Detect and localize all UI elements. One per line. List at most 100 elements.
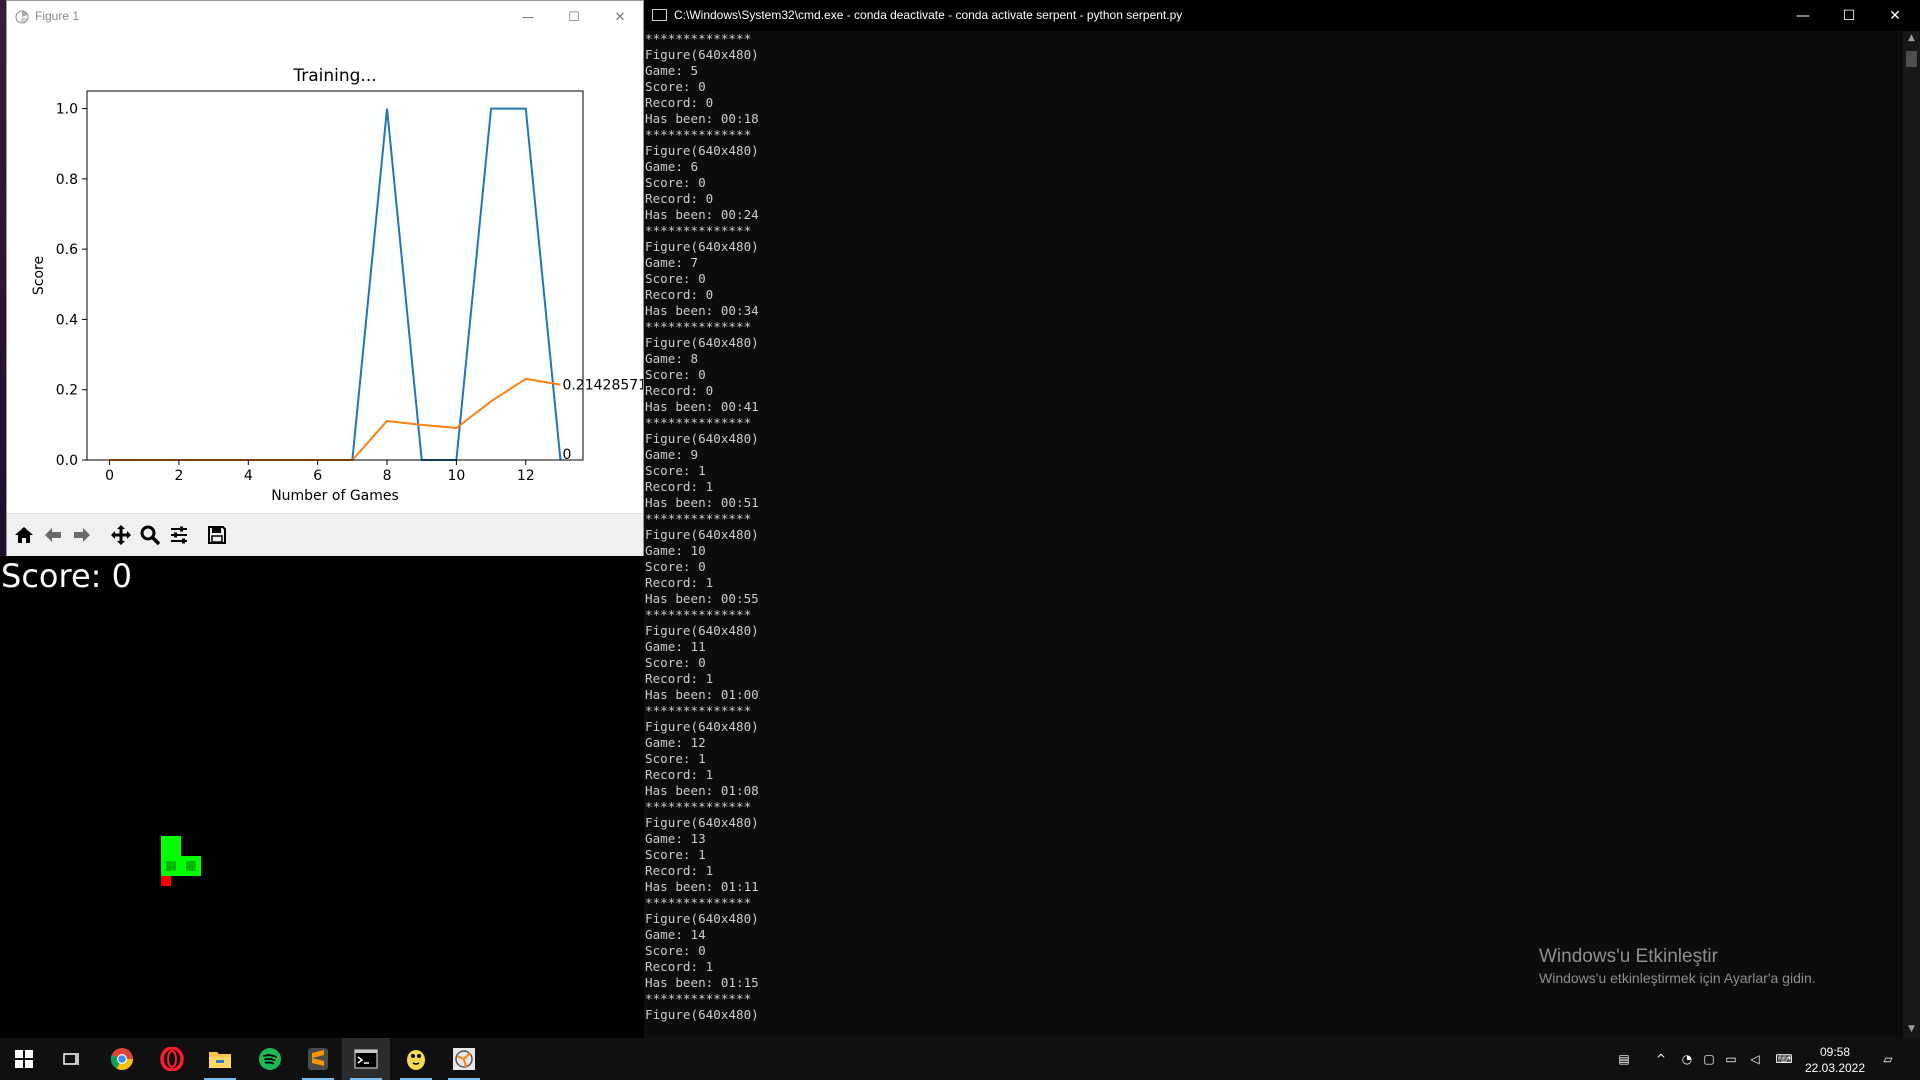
console-line: Score: 0 bbox=[645, 79, 706, 94]
console-line: Score: 1 bbox=[645, 463, 706, 478]
y-tick-label: 0.4 bbox=[56, 312, 78, 328]
navigation-toolbar bbox=[7, 513, 643, 556]
y-axis-label: Score bbox=[31, 256, 47, 295]
scroll-up-arrow-icon[interactable]: ▲ bbox=[1906, 33, 1917, 45]
training-chart: Training... 0 2 4 6 8 10 12 0.0 0.2 0.4 0.6 0.8 1.0 Nu… bbox=[31, 66, 643, 504]
back-icon bbox=[45, 528, 61, 542]
console-line: ************** bbox=[645, 703, 752, 718]
taskbar-spotify[interactable] bbox=[246, 1038, 294, 1080]
y-tick-label: 1.0 bbox=[56, 102, 78, 118]
taskbar: ▤ ^ ◔ ▢ ▭ ◁ ⌨ 09:58 22.03.2022 ▱ bbox=[0, 1038, 1920, 1080]
console-title: C:\Windows\System32\cmd.exe - conda deac… bbox=[674, 8, 1183, 22]
python-icon bbox=[407, 1050, 425, 1070]
game-score-label: Score: 0 bbox=[1, 557, 132, 595]
series-line-1 bbox=[109, 377, 561, 461]
scroll-down-arrow-icon[interactable]: ▼ bbox=[1906, 1024, 1917, 1036]
home-icon bbox=[15, 527, 33, 543]
console-line: ************** bbox=[645, 319, 752, 334]
console-line: Game: 10 bbox=[645, 543, 706, 558]
console-app-icon bbox=[652, 9, 667, 21]
keyboard-icon[interactable]: ⌨ bbox=[1772, 1050, 1796, 1068]
console-titlebar[interactable]: C:\Windows\System32\cmd.exe - conda deac… bbox=[644, 0, 1920, 31]
start-button[interactable] bbox=[0, 1038, 48, 1080]
console-output[interactable]: ************** Figure(640x480) Game: 5 Scor… bbox=[645, 31, 1885, 1031]
game-window[interactable]: Score: 0 bbox=[0, 556, 644, 1038]
snake-body-inner bbox=[166, 861, 176, 871]
save-icon bbox=[208, 526, 226, 544]
forward-button[interactable] bbox=[69, 522, 95, 548]
console-line: Game: 6 bbox=[645, 159, 699, 174]
console-minimize-button[interactable]: — bbox=[1780, 0, 1826, 31]
console-line: Record: 1 bbox=[645, 671, 714, 686]
file-explorer-icon bbox=[209, 1052, 231, 1068]
x-tick-label: 4 bbox=[244, 468, 253, 484]
volume-muted-icon[interactable]: ◁ bbox=[1746, 1050, 1764, 1068]
pan-button[interactable] bbox=[108, 522, 134, 548]
task-view-icon bbox=[63, 1053, 79, 1065]
console-line: Record: 0 bbox=[645, 287, 714, 302]
console-line: ************** bbox=[645, 31, 752, 46]
notification-center-icon[interactable]: ▱ bbox=[1876, 1050, 1900, 1068]
console-close-button[interactable]: ✕ bbox=[1872, 0, 1918, 31]
news-widget-icon[interactable]: ▤ bbox=[1612, 1050, 1636, 1068]
taskbar-matplotlib[interactable] bbox=[440, 1038, 488, 1080]
meet-now-icon[interactable]: ▢ bbox=[1700, 1050, 1718, 1068]
back-button[interactable] bbox=[40, 522, 66, 548]
task-view-button[interactable] bbox=[48, 1038, 96, 1080]
snake-food bbox=[161, 876, 171, 886]
save-button[interactable] bbox=[204, 522, 230, 548]
close-button[interactable]: ✕ bbox=[597, 1, 643, 33]
console-line: Has been: 00:34 bbox=[645, 303, 759, 318]
console-line: Score: 0 bbox=[645, 655, 706, 670]
home-button[interactable] bbox=[11, 522, 37, 548]
taskbar-sublime-text[interactable] bbox=[294, 1038, 342, 1080]
taskbar-python[interactable] bbox=[392, 1038, 440, 1080]
console-line: Figure(640x480) bbox=[645, 47, 759, 62]
console-line: Score: 0 bbox=[645, 175, 706, 190]
console-line: Record: 1 bbox=[645, 479, 714, 494]
scrollbar-thumb[interactable] bbox=[1906, 51, 1917, 67]
console-line: Game: 14 bbox=[645, 927, 706, 942]
console-maximize-button[interactable]: ☐ bbox=[1826, 0, 1872, 31]
x-tick-label: 2 bbox=[174, 468, 183, 484]
console-line: Score: 1 bbox=[645, 751, 706, 766]
console-line: Has been: 01:11 bbox=[645, 879, 759, 894]
zoom-button[interactable] bbox=[137, 522, 163, 548]
console-line: Has been: 00:51 bbox=[645, 495, 759, 510]
console-line: Figure(640x480) bbox=[645, 815, 759, 830]
chrome-icon bbox=[110, 1048, 133, 1070]
matplotlib-app-icon bbox=[15, 10, 29, 24]
x-axis-label: Number of Games bbox=[271, 488, 399, 504]
console-line: ************** bbox=[645, 607, 752, 622]
console-line: Has been: 00:55 bbox=[645, 591, 759, 606]
spotify-icon bbox=[259, 1048, 281, 1070]
taskbar-clock[interactable]: 09:58 22.03.2022 bbox=[1800, 1044, 1870, 1076]
x-tick-label: 0 bbox=[105, 468, 114, 484]
taskbar-cmd[interactable] bbox=[342, 1038, 390, 1080]
figure-window[interactable]: Figure 1 — ☐ ✕ Training... 0 2 4 6 8 10 12 0.0 0.… bbox=[6, 0, 644, 556]
annotation-label: 0 bbox=[562, 447, 571, 463]
taskbar-opera[interactable] bbox=[148, 1038, 196, 1080]
chart-title: Training... bbox=[292, 66, 376, 86]
minimize-button[interactable]: — bbox=[505, 1, 551, 33]
network-icon[interactable]: ◔ bbox=[1678, 1050, 1696, 1068]
x-tick-label: 8 bbox=[383, 468, 392, 484]
figure-canvas[interactable]: Training... 0 2 4 6 8 10 12 0.0 0.2 0.4 0.6 0.8 1.0 Nu… bbox=[7, 33, 643, 513]
show-hidden-icons-icon[interactable]: ^ bbox=[1652, 1050, 1670, 1068]
battery-icon[interactable]: ▭ bbox=[1722, 1050, 1740, 1068]
figure-titlebar[interactable]: Figure 1 — ☐ ✕ bbox=[7, 1, 643, 33]
console-scrollbar[interactable]: ▲ ▼ bbox=[1903, 31, 1920, 1038]
console-window[interactable]: C:\Windows\System32\cmd.exe - conda deac… bbox=[644, 0, 1920, 1038]
console-line: Figure(640x480) bbox=[645, 719, 759, 734]
console-line: Figure(640x480) bbox=[645, 143, 759, 158]
plot-frame bbox=[86, 90, 584, 461]
opera-icon bbox=[160, 1047, 184, 1071]
console-line: Game: 8 bbox=[645, 351, 699, 366]
watermark-subtitle: Windows'u etkinleştirmek için Ayarlar'a … bbox=[1539, 970, 1816, 986]
taskbar-chrome[interactable] bbox=[98, 1038, 146, 1080]
console-line: Has been: 00:18 bbox=[645, 111, 759, 126]
configure-subplots-button[interactable] bbox=[166, 522, 192, 548]
maximize-button[interactable]: ☐ bbox=[551, 1, 597, 33]
console-line: Record: 0 bbox=[645, 383, 714, 398]
taskbar-file-explorer[interactable] bbox=[196, 1038, 244, 1080]
